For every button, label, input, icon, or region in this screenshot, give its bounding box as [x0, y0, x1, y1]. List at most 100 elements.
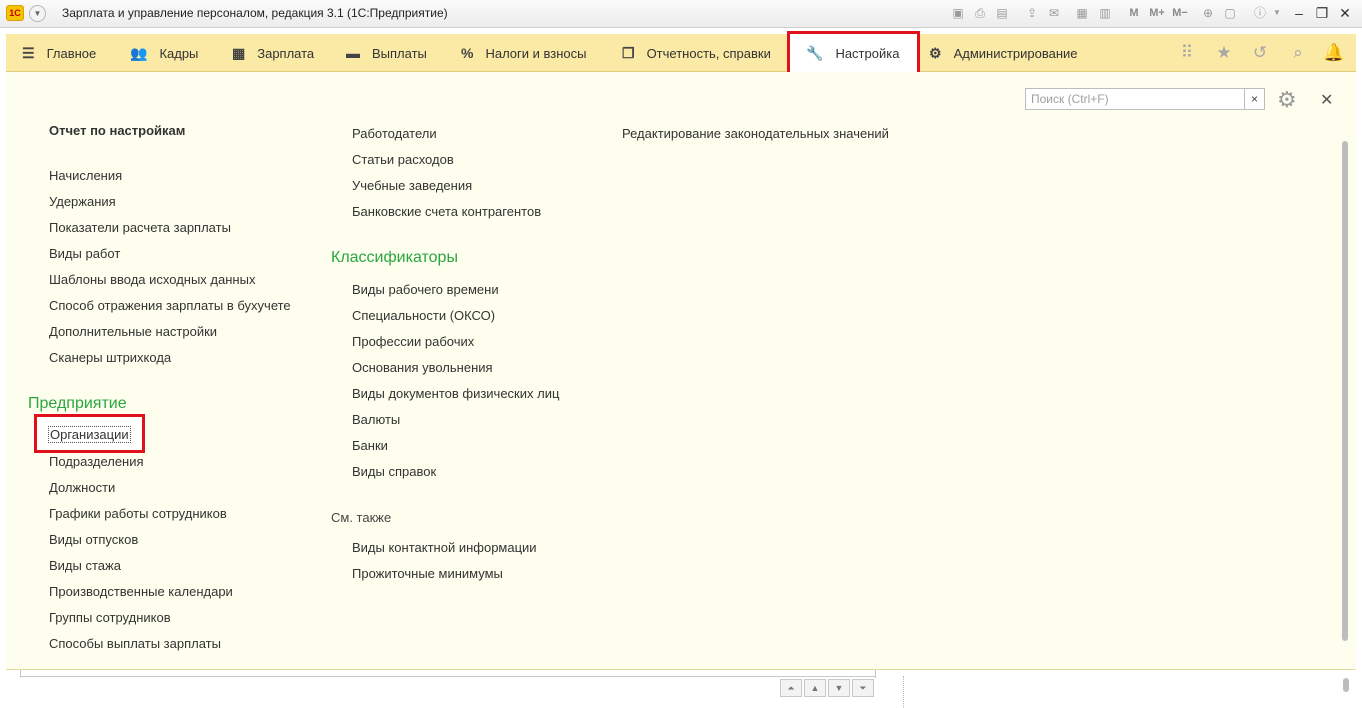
- group-title-enterprise: Предприятие: [28, 395, 127, 412]
- list-item[interactable]: Сканеры штрихкода: [49, 350, 171, 365]
- scrollbar-thumb[interactable]: [1342, 141, 1348, 641]
- list-item[interactable]: Графики работы сотрудников: [49, 506, 227, 521]
- list-item[interactable]: Показатели расчета зарплаты: [49, 220, 231, 235]
- window-icon[interactable]: ▢: [1222, 5, 1238, 21]
- list-item[interactable]: Способы выплаты зарплаты: [49, 636, 221, 651]
- move-down-button[interactable]: ▼: [828, 679, 850, 697]
- history-icon[interactable]: ↺: [1249, 43, 1271, 63]
- group-title-classifiers: Классификаторы: [331, 249, 458, 266]
- list-item[interactable]: Профессии рабочих: [352, 334, 474, 349]
- tab-label: Отчетность, справки: [646, 45, 771, 61]
- list-item[interactable]: Прожиточные минимумы: [352, 566, 503, 581]
- list-item[interactable]: Виды работ: [49, 246, 120, 261]
- gear-icon: ⚙: [929, 44, 942, 61]
- list-item[interactable]: Удержания: [49, 194, 116, 209]
- move-top-button[interactable]: ⏶: [780, 679, 802, 697]
- list-item[interactable]: Валюты: [352, 412, 400, 427]
- sections-bar: ☰ Главное 👥 Кадры ▦ Зарплата ▬ Выплаты %…: [6, 31, 1356, 75]
- tab-personnel[interactable]: 👥 Кадры: [130, 34, 198, 72]
- list-item[interactable]: Способ отражения зарплаты в бухучете: [49, 298, 291, 313]
- preview-icon[interactable]: ▤: [994, 5, 1010, 21]
- tab-label: Настройка: [835, 45, 900, 61]
- tab-label: Налоги и взносы: [485, 45, 587, 61]
- tab-settings[interactable]: 🔧 Настройка: [787, 31, 921, 75]
- search-icon[interactable]: ⌕: [1287, 43, 1309, 63]
- close-panel-button[interactable]: ✕: [1320, 90, 1333, 110]
- splitter[interactable]: [903, 676, 904, 708]
- list-item[interactable]: Виды контактной информации: [352, 540, 537, 555]
- organizations-link[interactable]: Организации: [48, 426, 131, 443]
- form-border: [20, 676, 876, 677]
- search-input[interactable]: Поиск (Ctrl+F): [1025, 88, 1245, 110]
- list-item[interactable]: Виды отпусков: [49, 532, 138, 547]
- tab-label: Зарплата: [257, 45, 315, 61]
- save-icon[interactable]: ▣: [950, 5, 966, 21]
- mail-icon[interactable]: ✉: [1046, 5, 1062, 21]
- star-icon[interactable]: ★: [1213, 43, 1235, 63]
- table-icon[interactable]: ▦: [1074, 5, 1090, 21]
- tab-label: Кадры: [159, 45, 199, 61]
- info-icon[interactable]: ⓘ: [1252, 5, 1268, 21]
- list-item[interactable]: Статьи расходов: [352, 152, 454, 167]
- apps-grid-icon[interactable]: ⠿: [1176, 43, 1198, 63]
- tab-label: Администрирование: [953, 45, 1078, 61]
- list-item[interactable]: Группы сотрудников: [49, 610, 171, 625]
- bell-icon[interactable]: 🔔: [1323, 43, 1345, 63]
- people-icon: 👥: [130, 44, 148, 61]
- report-settings-link[interactable]: Отчет по настройкам: [49, 123, 185, 138]
- reports-icon: ❐: [622, 44, 635, 61]
- panel-scrollbar[interactable]: [1342, 128, 1350, 648]
- list-item[interactable]: Виды рабочего времени: [352, 282, 499, 297]
- minimize-button[interactable]: –: [1288, 3, 1310, 23]
- zoom-icon[interactable]: ⊕: [1200, 5, 1216, 21]
- list-item[interactable]: Должности: [49, 480, 115, 495]
- memory-button[interactable]: М: [1126, 5, 1142, 21]
- tab-salary[interactable]: ▦ Зарплата: [232, 34, 314, 72]
- main-menu-button[interactable]: ▼: [29, 5, 46, 22]
- maximize-button[interactable]: ❐: [1311, 3, 1333, 23]
- list-item[interactable]: Подразделения: [49, 454, 144, 469]
- wrench-icon: 🔧: [806, 44, 824, 61]
- memory-minus-button[interactable]: М−: [1170, 5, 1190, 21]
- see-also-title: См. также: [331, 510, 392, 525]
- tab-reports[interactable]: ❐ Отчетность, справки: [622, 34, 771, 72]
- list-item[interactable]: Основания увольнения: [352, 360, 493, 375]
- memory-plus-button[interactable]: М+: [1147, 5, 1167, 21]
- list-item[interactable]: Специальности (ОКСО): [352, 308, 495, 323]
- tab-taxes[interactable]: % Налоги и взносы: [461, 34, 587, 72]
- tab-label: Выплаты: [372, 45, 427, 61]
- panel-settings-icon[interactable]: ⚙: [1277, 87, 1297, 113]
- print-icon[interactable]: ⎙: [972, 5, 988, 21]
- tab-administration[interactable]: ⚙ Администрирование: [929, 34, 1078, 72]
- window-scrollbar-thumb[interactable]: [1343, 678, 1349, 692]
- calculator-icon: ▦: [232, 44, 246, 61]
- list-item[interactable]: Виды документов физических лиц: [352, 386, 559, 401]
- percent-icon: %: [461, 45, 474, 61]
- list-item[interactable]: Начисления: [49, 168, 122, 183]
- list-item[interactable]: Шаблоны ввода исходных данных: [49, 272, 255, 287]
- tab-payments[interactable]: ▬ Выплаты: [346, 34, 427, 72]
- window-title: Зарплата и управление персоналом, редакц…: [62, 6, 448, 20]
- calendar-icon[interactable]: ▥: [1097, 5, 1113, 21]
- close-window-button[interactable]: ✕: [1334, 3, 1356, 23]
- tab-label: Главное: [46, 45, 97, 61]
- list-item[interactable]: Виды стажа: [49, 558, 121, 573]
- search-clear-button[interactable]: ×: [1244, 88, 1265, 110]
- upload-icon[interactable]: ⇪: [1024, 5, 1040, 21]
- app-logo-icon: 1С: [6, 5, 24, 21]
- move-bottom-button[interactable]: ⏷: [852, 679, 874, 697]
- list-item[interactable]: Виды справок: [352, 464, 436, 479]
- settings-panel: Поиск (Ctrl+F) × ⚙ ✕ Отчет по настройкам…: [6, 72, 1356, 670]
- list-item[interactable]: Редактирование законодательных значений: [622, 126, 889, 141]
- list-item[interactable]: Банковские счета контрагентов: [352, 204, 541, 219]
- window-titlebar: 1С ▼ Зарплата и управление персоналом, р…: [0, 0, 1362, 28]
- list-item[interactable]: Дополнительные настройки: [49, 324, 217, 339]
- chevron-down-icon[interactable]: ▼: [1269, 5, 1285, 21]
- list-item[interactable]: Учебные заведения: [352, 178, 472, 193]
- move-up-button[interactable]: ▲: [804, 679, 826, 697]
- list-item[interactable]: Банки: [352, 438, 388, 453]
- tab-main[interactable]: ☰ Главное: [22, 34, 96, 72]
- list-item[interactable]: Производственные календари: [49, 584, 233, 599]
- list-item[interactable]: Работодатели: [352, 126, 437, 141]
- highlight-frame: Организации: [34, 414, 145, 453]
